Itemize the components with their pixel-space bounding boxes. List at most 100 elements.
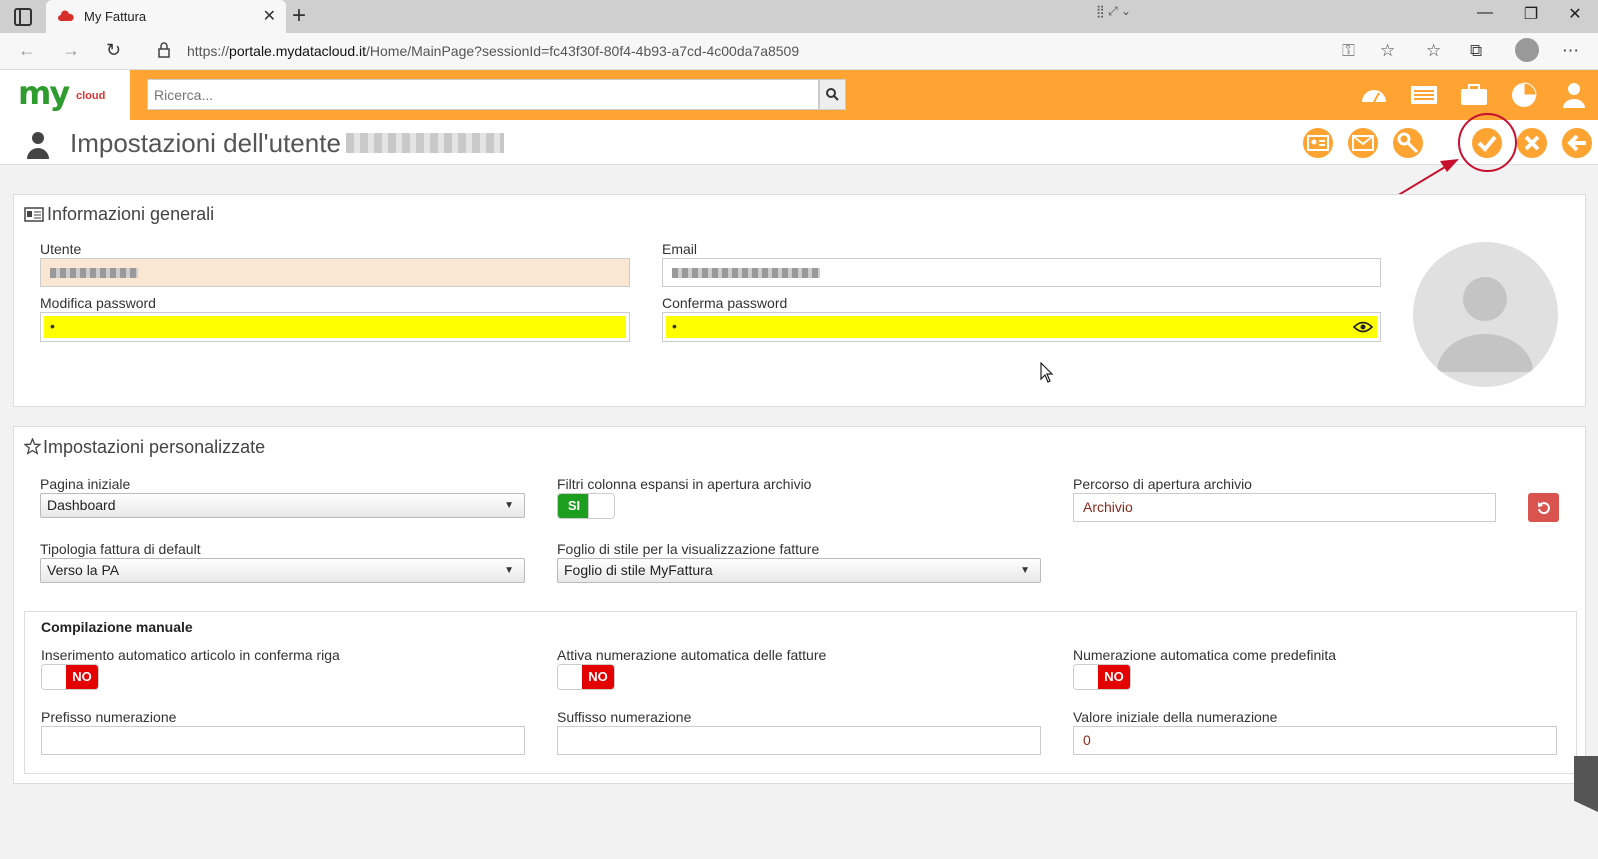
numerazione-toggle[interactable]: NO: [1073, 664, 1131, 690]
favorite-add-icon[interactable]: ☆: [1380, 41, 1395, 61]
change-key-button[interactable]: [1391, 126, 1425, 160]
valore-label: Valore iniziale della numerazione: [1073, 709, 1278, 725]
utente-label: Utente: [40, 241, 82, 257]
filtri-toggle-label: SI: [558, 494, 590, 518]
custom-settings-title: Impostazioni personalizzate: [43, 437, 266, 457]
star-icon: [24, 438, 41, 455]
lock-icon[interactable]: [158, 42, 170, 58]
logo-my-text: my: [18, 74, 70, 112]
list-icon[interactable]: [1409, 80, 1439, 110]
key-icon[interactable]: ⚿: [1342, 41, 1355, 61]
suffisso-field[interactable]: [557, 726, 1041, 755]
inserimento-toggle[interactable]: NO: [41, 664, 99, 690]
conferma-password-label: Conferma password: [662, 295, 788, 311]
reload-icon[interactable]: ↻: [106, 40, 121, 61]
utente-field[interactable]: [40, 258, 630, 287]
back-icon[interactable]: ←: [18, 40, 36, 61]
dashboard-gauge-icon[interactable]: [1359, 80, 1389, 110]
email-field[interactable]: [662, 258, 1381, 287]
filtri-toggle[interactable]: SI: [557, 493, 615, 519]
attiva-toggle[interactable]: NO: [557, 664, 615, 690]
back-button[interactable]: [1560, 126, 1594, 160]
search-button[interactable]: [819, 79, 846, 110]
save-highlight-circle: [1458, 113, 1517, 172]
cloud-favicon-icon: [58, 10, 74, 21]
attiva-toggle-label: NO: [582, 665, 614, 689]
dropdown-caret-icon: ▼: [504, 565, 514, 576]
inserimento-label: Inserimento automatico articolo in confe…: [41, 647, 340, 663]
search-icon: [826, 88, 839, 101]
tab-actions-icon[interactable]: [14, 8, 32, 26]
mydatacloud-logo[interactable]: my cloud: [0, 70, 130, 120]
tipologia-value: Verso la PA: [47, 562, 120, 578]
logo-cloud-text: cloud: [76, 90, 106, 102]
arrow-left-icon: [1567, 134, 1586, 152]
url-field[interactable]: https://portale.mydatacloud.it/Home/Main…: [187, 43, 799, 59]
browser-tab[interactable]: My Fattura ✕: [46, 0, 286, 33]
restore-icon[interactable]: ❐: [1508, 4, 1554, 24]
pagina-iniziale-value: Dashboard: [47, 497, 116, 513]
user-menu-icon[interactable]: [1559, 80, 1589, 110]
user-card-button[interactable]: [1301, 126, 1335, 160]
user-avatar[interactable]: [1413, 242, 1558, 387]
close-tab-icon[interactable]: ✕: [263, 6, 276, 26]
new-tab-icon[interactable]: +: [292, 2, 306, 30]
key-icon: [1397, 132, 1419, 154]
tipologia-label: Tipologia fattura di default: [40, 541, 201, 557]
filtri-label: Filtri colonna espansi in apertura archi…: [557, 476, 812, 492]
close-icon: [1524, 135, 1540, 151]
numerazione-label: Numerazione automatica come predefinita: [1073, 647, 1337, 663]
envelope-icon: [1352, 135, 1374, 151]
prefisso-field[interactable]: [41, 726, 525, 755]
email-label: Email: [662, 241, 698, 257]
pagina-iniziale-select[interactable]: Dashboard ▼: [40, 493, 525, 518]
general-info-title: Informazioni generali: [47, 204, 215, 224]
side-support-tab[interactable]: [1574, 756, 1598, 812]
cancel-button[interactable]: [1515, 126, 1549, 160]
modifica-password-label: Modifica password: [40, 295, 156, 311]
attiva-label: Attiva numerazione automatica delle fatt…: [557, 647, 827, 663]
dropdown-caret-icon: ▼: [1020, 565, 1030, 576]
pie-chart-icon[interactable]: [1509, 80, 1539, 110]
more-menu-icon[interactable]: ⋯: [1562, 41, 1579, 61]
app-header: my cloud: [0, 70, 1598, 120]
favorites-icon[interactable]: ☆: [1426, 41, 1441, 61]
collections-icon[interactable]: ⧉: [1470, 41, 1482, 61]
close-window-icon[interactable]: ✕: [1552, 4, 1598, 24]
foglio-label: Foglio di stile per la visualizzazione f…: [557, 541, 820, 557]
undo-icon: [1537, 501, 1550, 514]
page-title-bar: Impostazioni dell'utente: [0, 120, 1598, 165]
tab-title: My Fattura: [84, 9, 147, 24]
window-tools-icon[interactable]: ⣿ ⤢ ⌄: [1096, 4, 1131, 19]
avatar-person-icon: [1437, 277, 1533, 372]
eye-icon[interactable]: [1353, 320, 1373, 334]
numerazione-toggle-label: NO: [1098, 665, 1130, 689]
manual-compilation-title: Compilazione manuale: [41, 619, 193, 635]
minimize-icon[interactable]: —: [1462, 4, 1508, 22]
forward-icon[interactable]: →: [62, 40, 80, 61]
modifica-password-field[interactable]: •: [40, 312, 630, 342]
foglio-value: Foglio di stile MyFattura: [564, 562, 713, 578]
profile-avatar[interactable]: [1515, 38, 1539, 62]
foglio-select[interactable]: Foglio di stile MyFattura ▼: [557, 558, 1041, 583]
user-icon: [27, 132, 49, 159]
tipologia-select[interactable]: Verso la PA ▼: [40, 558, 525, 583]
valore-field[interactable]: 0: [1073, 726, 1557, 755]
pagina-iniziale-label: Pagina iniziale: [40, 476, 131, 492]
reset-path-button[interactable]: [1528, 493, 1559, 522]
mouse-cursor-icon: [1040, 362, 1054, 383]
percorso-field[interactable]: Archivio: [1073, 493, 1496, 522]
briefcase-icon[interactable]: [1459, 80, 1489, 110]
conferma-password-value: •: [672, 318, 677, 334]
prefisso-label: Prefisso numerazione: [41, 709, 177, 725]
address-bar: ← → ↻ https://portale.mydatacloud.it/Hom…: [0, 33, 1598, 70]
id-card-icon: [24, 207, 44, 222]
email-button[interactable]: [1346, 126, 1380, 160]
page-title: Impostazioni dell'utente: [70, 128, 341, 158]
user-id-redacted: [346, 133, 504, 153]
conferma-password-field[interactable]: •: [662, 312, 1381, 342]
search-input[interactable]: [147, 79, 819, 110]
browser-tabbar: My Fattura ✕ + ⣿ ⤢ ⌄ — ❐ ✕: [0, 0, 1598, 33]
general-info-panel: [13, 194, 1586, 407]
inserimento-toggle-label: NO: [66, 665, 98, 689]
